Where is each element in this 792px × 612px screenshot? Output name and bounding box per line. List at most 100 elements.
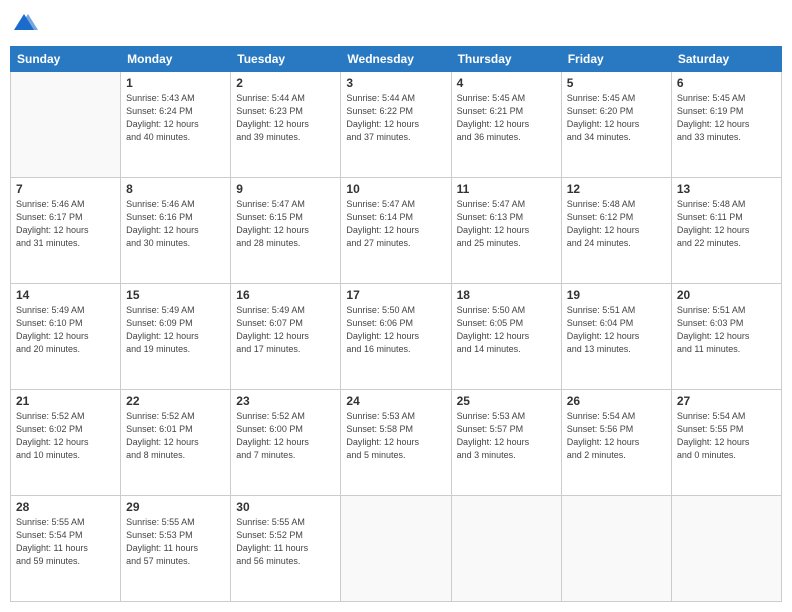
calendar-cell: 27 Sunrise: 5:54 AM Sunset: 5:55 PM Dayli… xyxy=(671,390,781,496)
day-number: 20 xyxy=(677,288,776,302)
day-info: Sunrise: 5:44 AM Sunset: 6:23 PM Dayligh… xyxy=(236,92,335,144)
weekday-header-tuesday: Tuesday xyxy=(231,47,341,72)
calendar-cell: 21 Sunrise: 5:52 AM Sunset: 6:02 PM Dayli… xyxy=(11,390,121,496)
day-info: Sunrise: 5:48 AM Sunset: 6:12 PM Dayligh… xyxy=(567,198,666,250)
weekday-header-row: SundayMondayTuesdayWednesdayThursdayFrid… xyxy=(11,47,782,72)
day-number: 1 xyxy=(126,76,225,90)
calendar-cell xyxy=(11,72,121,178)
day-info: Sunrise: 5:43 AM Sunset: 6:24 PM Dayligh… xyxy=(126,92,225,144)
day-info: Sunrise: 5:54 AM Sunset: 5:55 PM Dayligh… xyxy=(677,410,776,462)
calendar-cell: 28 Sunrise: 5:55 AM Sunset: 5:54 PM Dayli… xyxy=(11,496,121,602)
day-info: Sunrise: 5:51 AM Sunset: 6:04 PM Dayligh… xyxy=(567,304,666,356)
day-number: 23 xyxy=(236,394,335,408)
calendar-cell: 17 Sunrise: 5:50 AM Sunset: 6:06 PM Dayli… xyxy=(341,284,451,390)
day-number: 13 xyxy=(677,182,776,196)
logo-icon xyxy=(10,10,38,38)
day-info: Sunrise: 5:55 AM Sunset: 5:52 PM Dayligh… xyxy=(236,516,335,568)
calendar-cell: 10 Sunrise: 5:47 AM Sunset: 6:14 PM Dayli… xyxy=(341,178,451,284)
day-number: 2 xyxy=(236,76,335,90)
calendar-cell: 9 Sunrise: 5:47 AM Sunset: 6:15 PM Daylig… xyxy=(231,178,341,284)
day-number: 30 xyxy=(236,500,335,514)
calendar-cell: 29 Sunrise: 5:55 AM Sunset: 5:53 PM Dayli… xyxy=(121,496,231,602)
day-info: Sunrise: 5:49 AM Sunset: 6:09 PM Dayligh… xyxy=(126,304,225,356)
day-number: 19 xyxy=(567,288,666,302)
calendar-cell: 1 Sunrise: 5:43 AM Sunset: 6:24 PM Daylig… xyxy=(121,72,231,178)
weekday-header-saturday: Saturday xyxy=(671,47,781,72)
day-info: Sunrise: 5:45 AM Sunset: 6:21 PM Dayligh… xyxy=(457,92,556,144)
day-info: Sunrise: 5:46 AM Sunset: 6:17 PM Dayligh… xyxy=(16,198,115,250)
weekday-header-monday: Monday xyxy=(121,47,231,72)
calendar-week-row: 14Sunrise: 5:49 AM Sunset: 6:10 PM Dayli… xyxy=(11,284,782,390)
day-info: Sunrise: 5:48 AM Sunset: 6:11 PM Dayligh… xyxy=(677,198,776,250)
day-info: Sunrise: 5:53 AM Sunset: 5:57 PM Dayligh… xyxy=(457,410,556,462)
day-info: Sunrise: 5:45 AM Sunset: 6:20 PM Dayligh… xyxy=(567,92,666,144)
day-info: Sunrise: 5:50 AM Sunset: 6:06 PM Dayligh… xyxy=(346,304,445,356)
calendar-cell xyxy=(451,496,561,602)
day-number: 15 xyxy=(126,288,225,302)
day-number: 27 xyxy=(677,394,776,408)
day-info: Sunrise: 5:50 AM Sunset: 6:05 PM Dayligh… xyxy=(457,304,556,356)
weekday-header-thursday: Thursday xyxy=(451,47,561,72)
day-number: 3 xyxy=(346,76,445,90)
calendar-cell: 3Sunrise: 5:44 AM Sunset: 6:22 PM Daylig… xyxy=(341,72,451,178)
day-number: 26 xyxy=(567,394,666,408)
calendar-cell: 20 Sunrise: 5:51 AM Sunset: 6:03 PM Dayli… xyxy=(671,284,781,390)
calendar-cell xyxy=(561,496,671,602)
day-number: 9 xyxy=(236,182,335,196)
calendar-cell xyxy=(341,496,451,602)
day-number: 17 xyxy=(346,288,445,302)
calendar-cell: 18Sunrise: 5:50 AM Sunset: 6:05 PM Dayli… xyxy=(451,284,561,390)
day-number: 7 xyxy=(16,182,115,196)
day-number: 8 xyxy=(126,182,225,196)
calendar-cell: 26 Sunrise: 5:54 AM Sunset: 5:56 PM Dayli… xyxy=(561,390,671,496)
calendar-cell: 24 Sunrise: 5:53 AM Sunset: 5:58 PM Dayli… xyxy=(341,390,451,496)
calendar-cell: 13 Sunrise: 5:48 AM Sunset: 6:11 PM Dayli… xyxy=(671,178,781,284)
calendar-cell: 14Sunrise: 5:49 AM Sunset: 6:10 PM Dayli… xyxy=(11,284,121,390)
day-number: 12 xyxy=(567,182,666,196)
day-info: Sunrise: 5:47 AM Sunset: 6:14 PM Dayligh… xyxy=(346,198,445,250)
calendar-cell: 12 Sunrise: 5:48 AM Sunset: 6:12 PM Dayli… xyxy=(561,178,671,284)
calendar-cell: 8 Sunrise: 5:46 AM Sunset: 6:16 PM Daylig… xyxy=(121,178,231,284)
calendar-cell: 7 Sunrise: 5:46 AM Sunset: 6:17 PM Daylig… xyxy=(11,178,121,284)
header xyxy=(10,10,782,38)
day-number: 21 xyxy=(16,394,115,408)
calendar-week-row: 21 Sunrise: 5:52 AM Sunset: 6:02 PM Dayli… xyxy=(11,390,782,496)
calendar-cell: 4 Sunrise: 5:45 AM Sunset: 6:21 PM Daylig… xyxy=(451,72,561,178)
calendar-week-row: 1 Sunrise: 5:43 AM Sunset: 6:24 PM Daylig… xyxy=(11,72,782,178)
day-info: Sunrise: 5:51 AM Sunset: 6:03 PM Dayligh… xyxy=(677,304,776,356)
calendar-cell: 22 Sunrise: 5:52 AM Sunset: 6:01 PM Dayli… xyxy=(121,390,231,496)
day-number: 10 xyxy=(346,182,445,196)
calendar-cell xyxy=(671,496,781,602)
day-info: Sunrise: 5:46 AM Sunset: 6:16 PM Dayligh… xyxy=(126,198,225,250)
day-number: 29 xyxy=(126,500,225,514)
day-info: Sunrise: 5:52 AM Sunset: 6:02 PM Dayligh… xyxy=(16,410,115,462)
day-number: 22 xyxy=(126,394,225,408)
day-info: Sunrise: 5:55 AM Sunset: 5:53 PM Dayligh… xyxy=(126,516,225,568)
day-info: Sunrise: 5:47 AM Sunset: 6:13 PM Dayligh… xyxy=(457,198,556,250)
day-info: Sunrise: 5:52 AM Sunset: 6:00 PM Dayligh… xyxy=(236,410,335,462)
calendar-cell: 25 Sunrise: 5:53 AM Sunset: 5:57 PM Dayli… xyxy=(451,390,561,496)
day-number: 16 xyxy=(236,288,335,302)
day-number: 28 xyxy=(16,500,115,514)
calendar-cell: 23 Sunrise: 5:52 AM Sunset: 6:00 PM Dayli… xyxy=(231,390,341,496)
calendar-cell: 5Sunrise: 5:45 AM Sunset: 6:20 PM Daylig… xyxy=(561,72,671,178)
day-info: Sunrise: 5:45 AM Sunset: 6:19 PM Dayligh… xyxy=(677,92,776,144)
day-info: Sunrise: 5:52 AM Sunset: 6:01 PM Dayligh… xyxy=(126,410,225,462)
day-info: Sunrise: 5:55 AM Sunset: 5:54 PM Dayligh… xyxy=(16,516,115,568)
weekday-header-sunday: Sunday xyxy=(11,47,121,72)
calendar-cell: 6Sunrise: 5:45 AM Sunset: 6:19 PM Daylig… xyxy=(671,72,781,178)
day-info: Sunrise: 5:49 AM Sunset: 6:07 PM Dayligh… xyxy=(236,304,335,356)
day-number: 25 xyxy=(457,394,556,408)
calendar-table: SundayMondayTuesdayWednesdayThursdayFrid… xyxy=(10,46,782,602)
day-number: 4 xyxy=(457,76,556,90)
logo xyxy=(10,10,42,38)
calendar-week-row: 7 Sunrise: 5:46 AM Sunset: 6:17 PM Daylig… xyxy=(11,178,782,284)
calendar-cell: 15 Sunrise: 5:49 AM Sunset: 6:09 PM Dayli… xyxy=(121,284,231,390)
calendar-cell: 30 Sunrise: 5:55 AM Sunset: 5:52 PM Dayli… xyxy=(231,496,341,602)
day-info: Sunrise: 5:53 AM Sunset: 5:58 PM Dayligh… xyxy=(346,410,445,462)
day-number: 24 xyxy=(346,394,445,408)
calendar-week-row: 28 Sunrise: 5:55 AM Sunset: 5:54 PM Dayli… xyxy=(11,496,782,602)
day-info: Sunrise: 5:47 AM Sunset: 6:15 PM Dayligh… xyxy=(236,198,335,250)
day-info: Sunrise: 5:54 AM Sunset: 5:56 PM Dayligh… xyxy=(567,410,666,462)
page: SundayMondayTuesdayWednesdayThursdayFrid… xyxy=(0,0,792,612)
